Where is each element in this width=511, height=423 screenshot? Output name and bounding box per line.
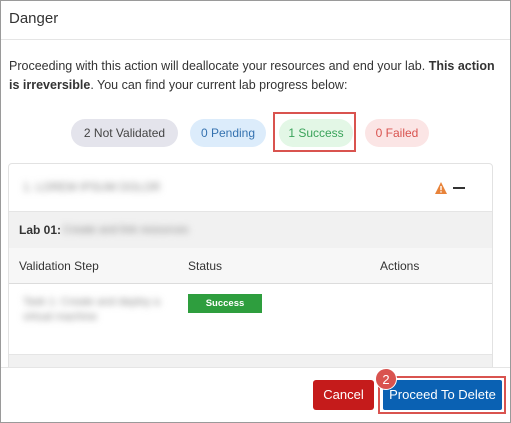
lab-label: Lab 01: [19,223,62,237]
card-title: 1. LOREM IPSUM DOLOR [23,182,161,194]
card-bottom-row [9,354,492,367]
validation-table-header: Validation Step Status Actions [9,248,492,284]
lab-progress-card: 1. LOREM IPSUM DOLOR Lab 01: Create and … [8,163,493,367]
collapse-minus-icon[interactable] [453,187,465,189]
dialog-header: Danger [1,1,510,40]
lab-row: Lab 01: Create and link resources [9,211,492,248]
pending-badge: 0 Pending [190,119,266,147]
dialog-body[interactable]: Proceeding with this action will dealloc… [1,40,510,367]
column-header-actions: Actions [380,259,420,273]
column-header-status: Status [188,259,223,273]
warning-triangle-icon [435,182,447,194]
danger-dialog: Danger Proceeding with this action will … [0,0,511,423]
dialog-title: Danger [9,10,59,27]
cancel-button[interactable]: Cancel [313,380,374,410]
dialog-message: Proceeding with this action will dealloc… [9,57,499,95]
status-success-badge: Success [188,294,262,313]
message-part1: Proceeding with this action will dealloc… [9,59,429,73]
column-header-validation-step: Validation Step [19,259,99,273]
proceed-to-delete-button[interactable]: Proceed To Delete [383,380,502,410]
not-validated-badge: 2 Not Validated [71,119,178,147]
lab-name: Create and link resources [63,224,189,236]
step-marker-badge: 2 [375,368,397,390]
message-part2: . You can find your current lab progress… [90,78,348,92]
success-highlight-box [273,112,356,152]
dialog-footer: Cancel Proceed To Delete 2 [1,367,510,422]
validation-step-text: Task 1: Create and deploy a virtual mach… [23,296,160,323]
failed-badge: 0 Failed [365,119,429,147]
